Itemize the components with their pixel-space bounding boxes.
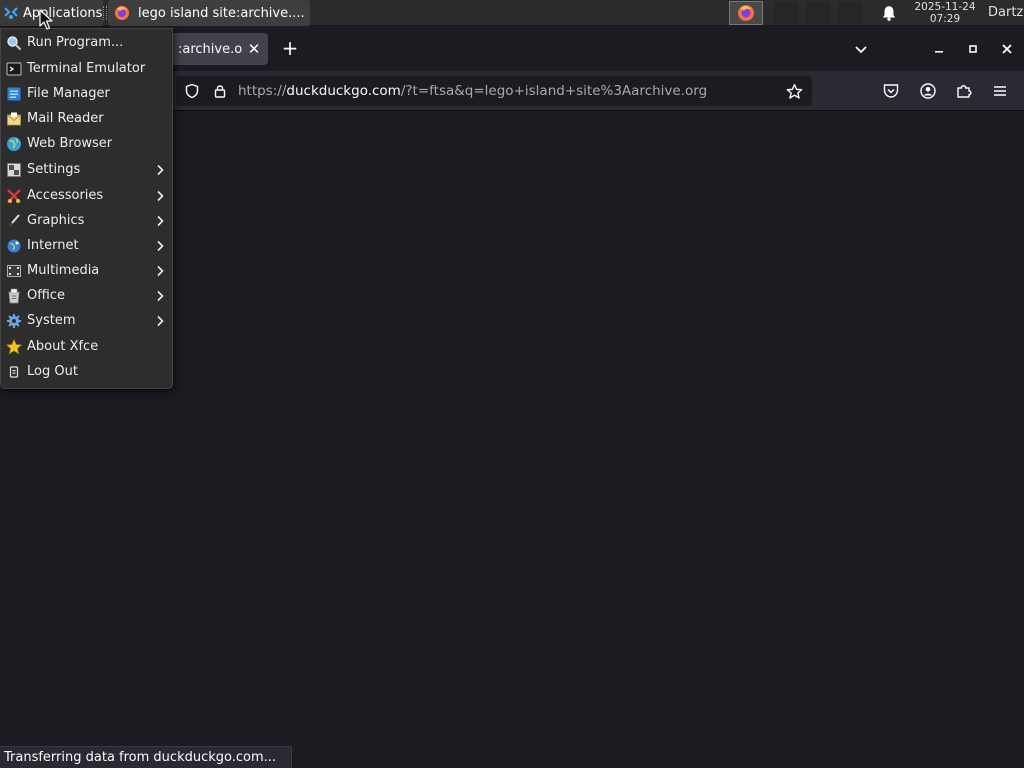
- menu-item-label: Web Browser: [27, 136, 113, 151]
- minimize-icon: [935, 51, 943, 53]
- minimize-window-button[interactable]: [929, 39, 949, 59]
- menu-item-terminal-emulator[interactable]: Terminal Emulator: [1, 57, 172, 82]
- multimedia-icon: [7, 265, 21, 277]
- submenu-arrow-icon: [157, 164, 164, 176]
- accessories-icon: [7, 189, 21, 203]
- internet-icon: [7, 239, 21, 253]
- xfce-panel: Applications lego island site:archive...…: [0, 0, 1024, 26]
- menu-item-label: File Manager: [27, 86, 110, 101]
- lock-icon[interactable]: [212, 83, 228, 99]
- menu-item-graphics[interactable]: Graphics: [1, 209, 172, 234]
- close-window-button[interactable]: [997, 39, 1017, 59]
- system-icon: [7, 314, 21, 328]
- extensions-puzzle-icon[interactable]: [955, 82, 973, 100]
- tray-slot[interactable]: [774, 2, 798, 24]
- url-domain: duckduckgo.com: [286, 83, 401, 99]
- url-path: /?t=ftsa&q=lego+island+site%3Aarchive.or…: [400, 83, 708, 99]
- run-program-icon: [7, 36, 22, 51]
- hamburger-menu-icon[interactable]: [991, 82, 1009, 100]
- menu-item-label: Multimedia: [27, 263, 100, 278]
- submenu-arrow-icon: [157, 215, 164, 227]
- menu-item-label: About Xfce: [27, 339, 99, 354]
- menu-item-label: Office: [27, 288, 65, 303]
- menu-item-label: Log Out: [27, 364, 78, 379]
- tray-firefox-button[interactable]: [729, 1, 763, 25]
- tracking-protection-shield-icon[interactable]: [184, 83, 200, 99]
- menu-item-accessories[interactable]: Accessories: [1, 184, 172, 209]
- menu-item-about-xfce[interactable]: About Xfce: [1, 335, 172, 360]
- menu-item-log-out[interactable]: Log Out: [1, 360, 172, 385]
- file-manager-icon: [7, 87, 21, 101]
- tray-slot[interactable]: [838, 2, 862, 24]
- clock-time: 07:29: [929, 13, 961, 25]
- submenu-arrow-icon: [157, 240, 164, 252]
- web-browser-icon: [7, 137, 21, 151]
- browser-status-text: Transferring data from duckduckgo.com...: [0, 746, 292, 768]
- close-icon: [1002, 44, 1012, 54]
- maximize-icon: [969, 45, 977, 53]
- applications-label: Applications: [23, 5, 103, 21]
- submenu-arrow-icon: [157, 290, 164, 302]
- panel-clock[interactable]: 2025-11-24 07:29: [906, 1, 984, 25]
- menu-item-mail-reader[interactable]: Mail Reader: [1, 107, 172, 132]
- tray-slot[interactable]: [806, 2, 830, 24]
- menu-item-settings[interactable]: Settings: [1, 158, 172, 183]
- menu-item-multimedia[interactable]: Multimedia: [1, 259, 172, 284]
- menu-item-label: Graphics: [27, 213, 85, 228]
- clock-date: 2025-11-24: [914, 1, 976, 13]
- tab-title: :archive.o: [178, 41, 242, 57]
- firefox-tray-icon: [738, 5, 754, 21]
- menu-item-office[interactable]: Office: [1, 284, 172, 309]
- panel-user-name[interactable]: Dartz: [988, 5, 1023, 20]
- menu-item-label: Run Program...: [27, 35, 124, 50]
- applications-menu: Run Program... Terminal Emulator File Ma…: [0, 28, 173, 389]
- maximize-window-button[interactable]: [963, 39, 983, 59]
- bookmark-star-icon[interactable]: [786, 83, 803, 100]
- menu-item-web-browser[interactable]: Web Browser: [1, 132, 172, 157]
- menu-item-run-program[interactable]: Run Program...: [1, 31, 172, 56]
- new-tab-button[interactable]: +: [279, 37, 301, 59]
- panel-separator: [103, 6, 107, 20]
- about-xfce-star-icon: [6, 339, 22, 355]
- pocket-icon[interactable]: [882, 82, 900, 100]
- menu-item-label: Mail Reader: [27, 111, 104, 126]
- url-bar[interactable]: https://duckduckgo.com/?t=ftsa&q=lego+is…: [176, 76, 812, 106]
- submenu-arrow-icon: [157, 190, 164, 202]
- list-all-tabs-chevron-icon[interactable]: [851, 39, 871, 59]
- taskbar-window-title: lego island site:archive....: [138, 5, 305, 21]
- settings-icon: [7, 163, 21, 177]
- tab-close-icon[interactable]: ✕: [246, 41, 262, 57]
- submenu-arrow-icon: [157, 265, 164, 277]
- xfce-logo-icon: [4, 7, 18, 19]
- menu-item-label: System: [27, 313, 76, 328]
- mail-reader-icon: [7, 112, 21, 126]
- menu-item-system[interactable]: System: [1, 309, 172, 334]
- firefox-icon: [115, 6, 129, 20]
- notification-bell-icon[interactable]: [880, 4, 898, 22]
- account-icon[interactable]: [919, 82, 937, 100]
- graphics-icon: [8, 214, 20, 227]
- mouse-pointer-icon: [39, 9, 53, 30]
- menu-item-file-manager[interactable]: File Manager: [1, 82, 172, 107]
- terminal-icon: [6, 62, 22, 76]
- menu-item-internet[interactable]: Internet: [1, 234, 172, 259]
- menu-item-label: Settings: [27, 162, 81, 177]
- log-out-icon: [9, 366, 19, 378]
- office-icon: [8, 288, 20, 304]
- taskbar-firefox-window[interactable]: lego island site:archive....: [108, 0, 310, 26]
- menu-item-label: Accessories: [27, 188, 104, 203]
- menu-item-label: Terminal Emulator: [27, 61, 146, 76]
- submenu-arrow-icon: [157, 315, 164, 327]
- url-scheme: https://: [238, 83, 287, 99]
- url-text[interactable]: https://duckduckgo.com/?t=ftsa&q=lego+is…: [238, 83, 707, 99]
- menu-item-label: Internet: [27, 238, 79, 253]
